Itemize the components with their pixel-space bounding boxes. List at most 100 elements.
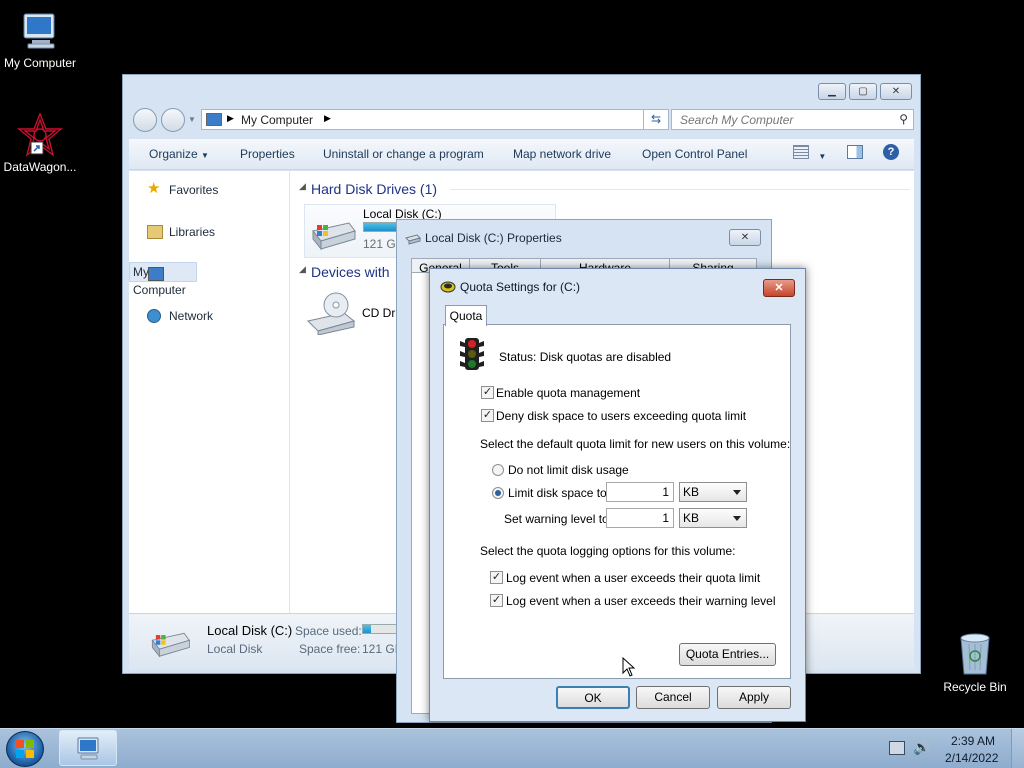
- limit-disk-radio[interactable]: [492, 487, 504, 499]
- desktop-icon-my-computer[interactable]: My Computer: [0, 10, 80, 70]
- computer-icon: [23, 13, 55, 49]
- default-limit-label: Select the default quota limit for new u…: [480, 437, 791, 451]
- close-icon: ✕: [774, 282, 784, 294]
- properties-button[interactable]: Properties: [240, 147, 295, 161]
- traffic-light-icon: [460, 338, 484, 370]
- limit-unit-select[interactable]: KB: [679, 482, 747, 502]
- close-button[interactable]: ✕: [729, 229, 761, 246]
- collapse-group-icon[interactable]: ◢: [299, 181, 306, 192]
- close-icon: ✕: [740, 232, 750, 243]
- taskbar-item-explorer[interactable]: [59, 730, 117, 766]
- libraries-icon: [147, 225, 163, 239]
- search-input[interactable]: Search My Computer ⚲: [671, 109, 914, 130]
- cd-drive-name[interactable]: CD Dri: [362, 306, 398, 320]
- apply-button[interactable]: Apply: [717, 686, 791, 709]
- refresh-button[interactable]: ⇆: [643, 109, 669, 130]
- log-limit-label[interactable]: Log event when a user exceeds their quot…: [506, 571, 760, 585]
- recent-pages-icon[interactable]: ▼: [188, 115, 196, 124]
- collapse-group-icon[interactable]: ◢: [299, 264, 306, 275]
- hard-drive-icon: [312, 222, 356, 251]
- close-button[interactable]: ✕: [880, 83, 912, 100]
- address-bar[interactable]: ▶ My Computer ▶ ▼: [201, 109, 663, 130]
- close-button[interactable]: ✕: [763, 279, 795, 297]
- search-placeholder: Search My Computer: [680, 113, 794, 127]
- limit-value-input[interactable]: 1: [606, 482, 674, 502]
- organize-label: Organize: [149, 147, 198, 161]
- chevron-down-icon: ▼: [818, 152, 827, 161]
- log-limit-checkbox[interactable]: ✓: [490, 571, 503, 584]
- network-icon: [147, 309, 161, 323]
- tab-quota[interactable]: Quota: [445, 305, 487, 326]
- breadcrumb-my-computer[interactable]: My Computer: [241, 113, 313, 127]
- warning-unit-select[interactable]: KB: [679, 508, 747, 528]
- computer-icon: [206, 113, 222, 126]
- group-header-devices[interactable]: Devices with: [311, 264, 390, 280]
- group-divider: [450, 189, 910, 190]
- log-warning-checkbox[interactable]: ✓: [490, 594, 503, 607]
- datawagon-logo-icon: [17, 112, 63, 157]
- command-bar: Organize ▼ Properties Uninstall or chang…: [129, 139, 914, 170]
- cancel-button[interactable]: Cancel: [636, 686, 710, 709]
- window-controls: ▁ ▢ ✕: [818, 83, 912, 100]
- uninstall-button[interactable]: Uninstall or change a program: [323, 147, 484, 161]
- organize-button[interactable]: Organize ▼: [149, 147, 209, 161]
- chevron-down-icon: [733, 516, 741, 521]
- ok-button[interactable]: OK: [556, 686, 630, 709]
- log-warning-label[interactable]: Log event when a user exceeds their warn…: [506, 594, 776, 608]
- deny-space-label[interactable]: Deny disk space to users exceeding quota…: [496, 409, 746, 423]
- enable-quota-checkbox[interactable]: ✓: [481, 386, 494, 399]
- recycle-bin-icon: [960, 633, 990, 675]
- minimize-icon: ▁: [828, 86, 836, 97]
- view-grid-icon: [793, 145, 809, 159]
- help-button[interactable]: ?: [883, 144, 899, 160]
- mouse-cursor-icon: [622, 657, 636, 677]
- sidebar-item-libraries[interactable]: Libraries: [129, 221, 287, 243]
- limit-disk-label[interactable]: Limit disk space to: [508, 486, 607, 500]
- desktop-icon-label: Recycle Bin: [943, 680, 1007, 694]
- sidebar-item-my-computer[interactable]: My Computer: [129, 262, 197, 297]
- computer-icon: [77, 737, 99, 760]
- hard-drive-icon: [151, 632, 191, 658]
- warning-value-input[interactable]: 1: [606, 508, 674, 528]
- logging-options-label: Select the quota logging options for thi…: [480, 544, 736, 558]
- deny-space-checkbox[interactable]: ✓: [481, 409, 494, 422]
- show-desktop-button[interactable]: [1011, 729, 1024, 768]
- star-icon: ★: [147, 180, 161, 197]
- clock-time[interactable]: 2:39 AM: [951, 734, 995, 748]
- windows-logo-icon: [16, 740, 34, 758]
- group-header-hard-disk-drives[interactable]: Hard Disk Drives (1): [311, 181, 437, 197]
- warning-level-label: Set warning level to: [504, 512, 609, 526]
- taskbar: 🔊 2:39 AM 2/14/2022: [0, 728, 1024, 768]
- no-limit-radio[interactable]: [492, 464, 504, 476]
- start-button[interactable]: [6, 731, 44, 767]
- back-button[interactable]: [133, 108, 157, 132]
- preview-pane-button[interactable]: [847, 145, 863, 162]
- no-limit-label[interactable]: Do not limit disk usage: [508, 463, 629, 477]
- drive-title-icon: [405, 234, 421, 245]
- desktop-icon-datawagon[interactable]: DataWagon...: [0, 112, 80, 174]
- quota-panel: Status: Disk quotas are disabled ✓ Enabl…: [443, 324, 791, 679]
- forward-button[interactable]: [161, 108, 185, 132]
- desktop-icon-recycle-bin[interactable]: Recycle Bin: [935, 630, 1015, 694]
- enable-quota-label[interactable]: Enable quota management: [496, 386, 640, 400]
- quota-title-icon: [440, 281, 456, 293]
- open-control-panel-button[interactable]: Open Control Panel: [642, 147, 747, 161]
- sidebar-item-favorites[interactable]: ★ Favorites: [129, 179, 287, 201]
- desktop-icon-label: DataWagon...: [3, 160, 77, 174]
- space-used-label: Space used:: [295, 624, 362, 638]
- clock-date[interactable]: 2/14/2022: [945, 751, 998, 765]
- quota-entries-button[interactable]: Quota Entries...: [679, 643, 776, 666]
- maximize-button[interactable]: ▢: [849, 83, 877, 100]
- maximize-icon: ▢: [858, 86, 868, 97]
- space-used-fill: [363, 625, 372, 633]
- search-icon[interactable]: ⚲: [899, 112, 908, 126]
- map-network-drive-button[interactable]: Map network drive: [513, 147, 611, 161]
- sidebar-item-label: Network: [169, 309, 214, 323]
- view-options-button[interactable]: ▼: [793, 145, 826, 162]
- network-tray-icon[interactable]: [889, 741, 905, 755]
- properties-title: Local Disk (C:) Properties: [425, 231, 562, 245]
- volume-tray-icon[interactable]: 🔊: [913, 739, 930, 756]
- sidebar-item-network[interactable]: Network: [129, 305, 287, 327]
- minimize-button[interactable]: ▁: [818, 83, 846, 100]
- preview-pane-icon: [847, 145, 863, 159]
